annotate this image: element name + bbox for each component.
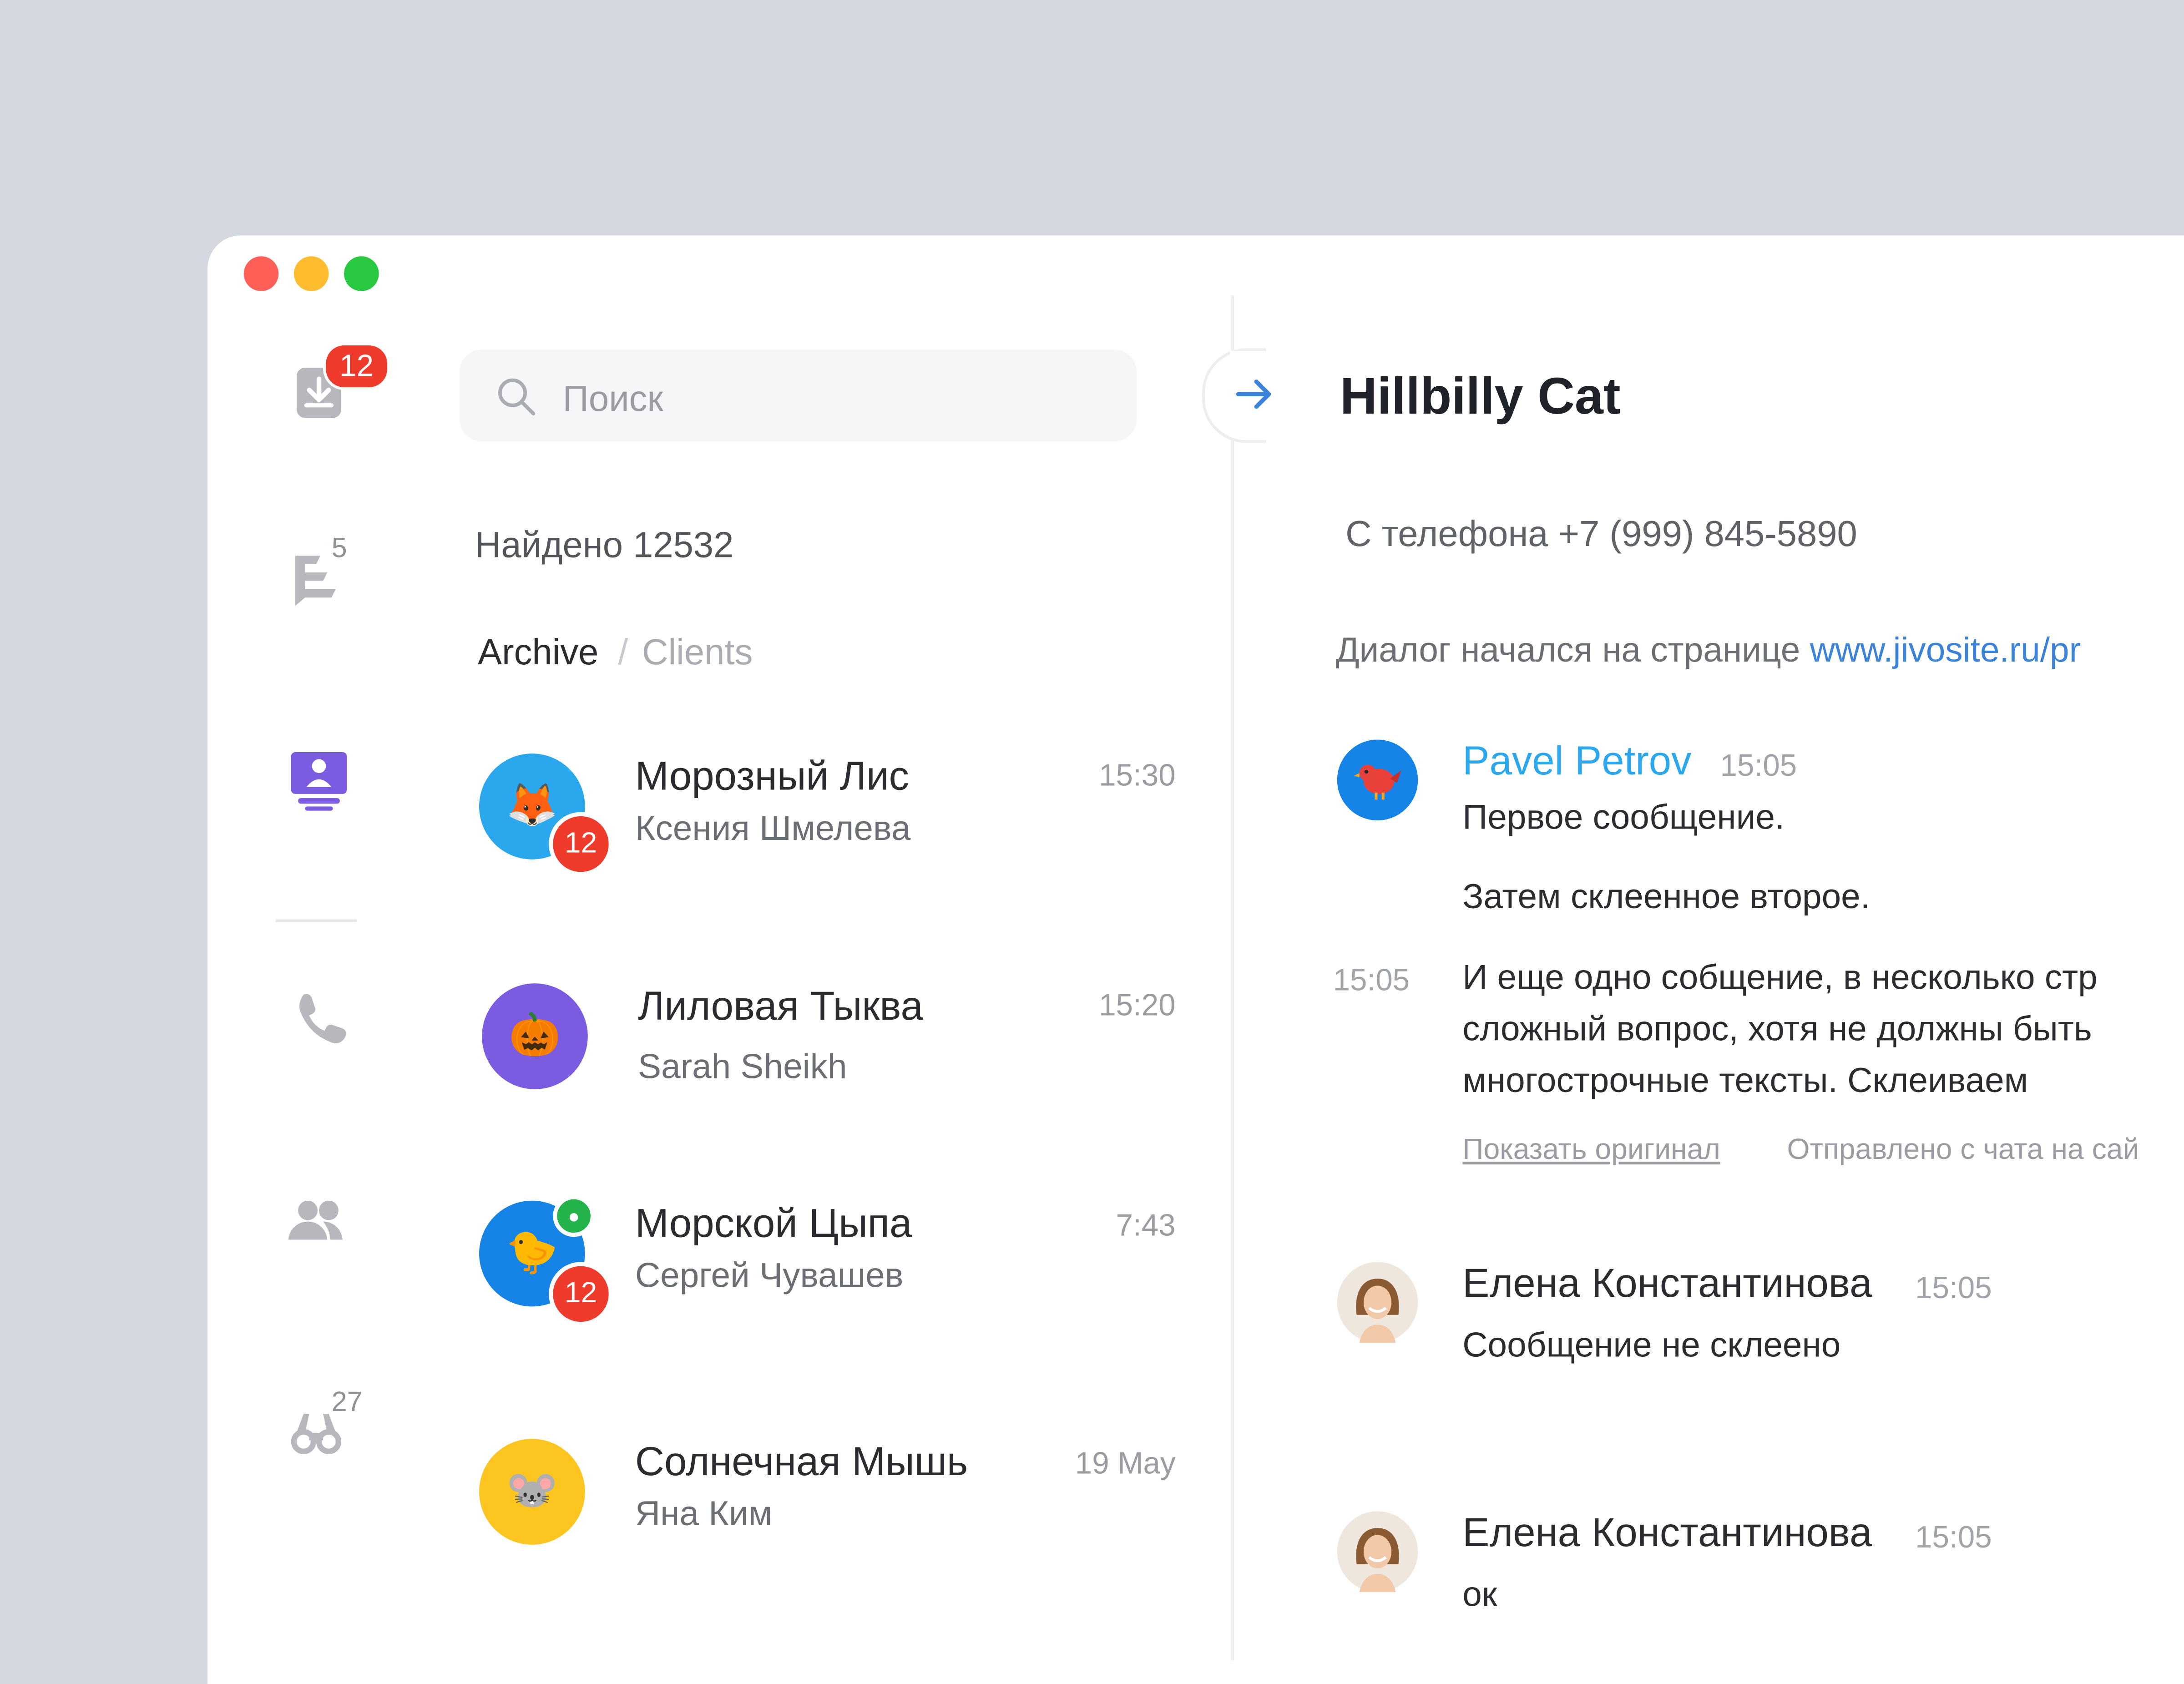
maximize-window-button[interactable] xyxy=(344,256,379,291)
show-original-link[interactable]: Показать оригинал xyxy=(1462,1134,1720,1167)
contact-name: Лиловая Тыква xyxy=(638,985,923,1030)
contact-list-item[interactable]: 🦊 12 Морозный Лис Ксения Шмелева 15:30 xyxy=(478,752,1181,905)
message-text: ок xyxy=(1462,1575,1497,1614)
nav-contacts[interactable] xyxy=(284,745,354,815)
arrow-right-icon xyxy=(1236,379,1271,409)
message-text: И еще одно собщение, в несколько стр xyxy=(1462,958,2098,997)
message-text: многострочные тексты. Склеиваем xyxy=(1462,1061,2028,1101)
avatar xyxy=(1337,1511,1418,1592)
results-count: Найдено 12532 xyxy=(475,524,734,566)
contacts-book-icon xyxy=(291,752,347,811)
contact-time: 15:20 xyxy=(1099,987,1176,1022)
nav-divider xyxy=(276,919,357,922)
minimize-window-button[interactable] xyxy=(293,256,329,291)
breadcrumb: Archive / Clients xyxy=(478,631,753,674)
message-author: Елена Константинова xyxy=(1462,1262,1872,1307)
search-placeholder: Поиск xyxy=(562,377,663,420)
contact-time: 19 May xyxy=(1075,1446,1176,1481)
contact-name: Морской Цыпа xyxy=(635,1202,912,1247)
unread-badge: 12 xyxy=(549,1262,613,1326)
crumb-archive[interactable]: Archive xyxy=(478,631,598,673)
message-text: Первое сообщение. xyxy=(1462,798,1785,837)
message-time: 15:05 xyxy=(1915,1519,1992,1555)
search-input[interactable]: Поиск xyxy=(460,349,1137,442)
message-text: сложный вопрос, хотя не должны быть xyxy=(1462,1010,2092,1049)
contact-subtitle: Сергей Чувашев xyxy=(635,1256,904,1295)
message-time: 15:05 xyxy=(1720,748,1797,783)
user-photo-icon xyxy=(1356,1279,1399,1343)
contact-subtitle: Sarah Sheikh xyxy=(638,1047,847,1087)
unread-badge: 12 xyxy=(549,812,613,876)
avatar xyxy=(1337,739,1418,821)
message-author: Pavel Petrov xyxy=(1462,739,1692,784)
user-photo-icon xyxy=(1356,1528,1399,1592)
contact-name: Солнечная Мышь xyxy=(635,1440,968,1485)
panel-divider xyxy=(1231,295,1234,1660)
contact-time: 15:30 xyxy=(1099,758,1176,793)
chats-count: 5 xyxy=(331,533,347,564)
dialog-url-link[interactable]: www.jivosite.ru/pr xyxy=(1810,631,2081,670)
close-window-button[interactable] xyxy=(243,256,279,291)
contact-name: Морозный Лис xyxy=(635,755,910,800)
inbox-badge: 12 xyxy=(323,343,390,390)
crumb-clients[interactable]: Clients xyxy=(642,631,753,673)
search-icon xyxy=(498,378,536,416)
message-time: 15:05 xyxy=(1915,1270,1992,1305)
sent-from-note: Отправлено с чата на сай xyxy=(1787,1133,2139,1166)
contact-list-item[interactable]: 🐭 Солнечная Мышь Яна Ким 19 May xyxy=(478,1437,1181,1591)
nav-team[interactable] xyxy=(284,1187,354,1256)
bell-icon: ● xyxy=(553,1195,595,1237)
avatar xyxy=(1337,1262,1418,1343)
visitors-count: 27 xyxy=(331,1387,363,1418)
message-time: 15:05 xyxy=(1333,962,1410,997)
message-text: Затем склеенное второе. xyxy=(1462,877,1870,917)
dialog-prefix: Диалог начался на странице xyxy=(1335,631,1800,670)
nav-calls[interactable] xyxy=(284,983,354,1053)
message-author: Елена Константинова xyxy=(1462,1511,1872,1556)
dialog-source: Диалог начался на странице www.jivosite.… xyxy=(1336,631,2081,672)
contact-list-item[interactable]: 🐤 ● 12 Морской Цыпа Сергей Чувашев 7:43 xyxy=(478,1195,1181,1353)
phone-info: С телефона +7 (999) 845-5890 xyxy=(1345,512,1857,555)
chat-title: Hillbilly Cat xyxy=(1340,368,1621,425)
contact-list-item[interactable]: 🎃 Лиловая Тыква Sarah Sheikh 15:20 xyxy=(478,982,1181,1135)
crumb-separator: / xyxy=(618,631,628,673)
bird-icon xyxy=(1354,764,1401,800)
avatar: 🐭 xyxy=(479,1439,585,1545)
phone-icon xyxy=(299,994,346,1043)
message-text: Сообщение не склеено xyxy=(1462,1326,1841,1365)
contact-subtitle: Яна Ким xyxy=(635,1494,773,1534)
contact-subtitle: Ксения Шмелева xyxy=(635,809,911,849)
contact-time: 7:43 xyxy=(1116,1208,1176,1243)
team-icon xyxy=(288,1200,343,1240)
avatar: 🎃 xyxy=(482,983,588,1089)
